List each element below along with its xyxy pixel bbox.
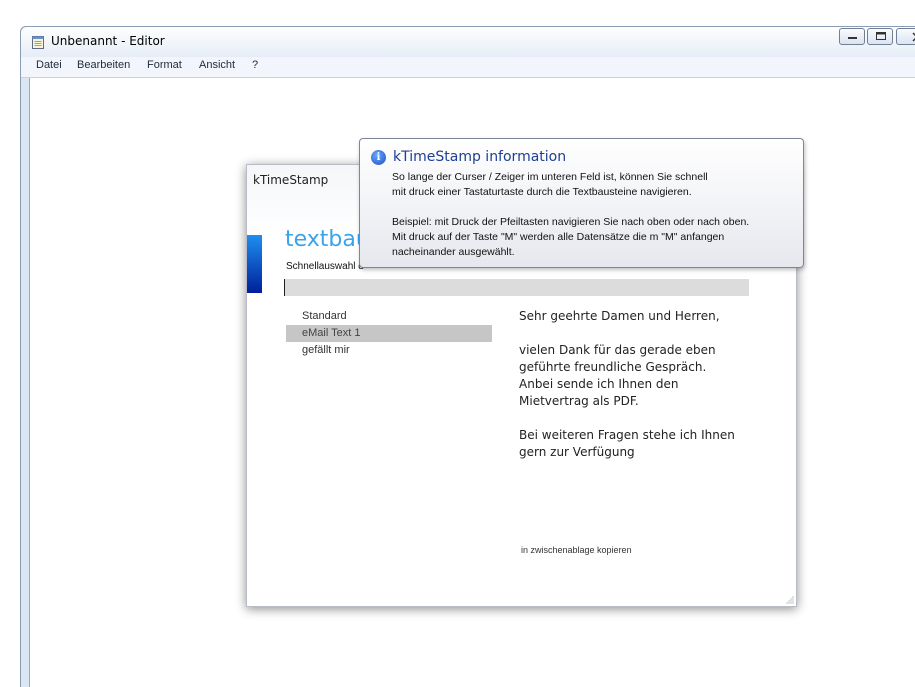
info-tooltip: i kTimeStamp information So lange der Cu… [359, 138, 804, 268]
minimize-button[interactable] [839, 28, 865, 45]
copy-to-clipboard-link[interactable]: in zwischenablage kopieren [521, 545, 632, 555]
notepad-menubar: Datei Bearbeiten Format Ansicht ? [21, 57, 915, 78]
preview-paragraph: Sehr geehrte Damen und Herren, [519, 309, 720, 323]
accent-bar [247, 235, 262, 293]
menu-datei[interactable]: Datei [36, 59, 62, 71]
quick-select-label: Schnellauswahl d [286, 261, 364, 272]
list-item[interactable]: gefällt mir [286, 342, 492, 359]
tooltip-line: mit druck einer Tastaturtaste durch die … [392, 186, 692, 198]
info-icon: i [371, 150, 386, 165]
quick-select-input[interactable] [284, 279, 749, 296]
tooltip-body: So lange der Curser / Zeiger im unteren … [392, 170, 800, 260]
notepad-title: Unbenannt - Editor [51, 34, 165, 48]
tooltip-line: Mit druck auf der Taste "M" werden alle … [392, 231, 725, 243]
minimize-icon [848, 37, 857, 39]
tooltip-line: So lange der Curser / Zeiger im unteren … [392, 171, 708, 183]
list-item-selected[interactable]: eMail Text 1 [286, 325, 492, 342]
textblock-list: Standard eMail Text 1 gefällt mir [286, 308, 492, 359]
ktimestamp-title: kTimeStamp [253, 173, 329, 187]
menu-help[interactable]: ? [252, 59, 258, 71]
maximize-button[interactable] [867, 28, 893, 45]
maximize-icon [876, 32, 886, 40]
menu-format[interactable]: Format [147, 59, 182, 71]
close-icon [912, 32, 915, 42]
menu-bearbeiten[interactable]: Bearbeiten [77, 59, 130, 71]
preview-paragraph: Bei weiteren Fragen stehe ich Ihnen gern… [519, 428, 735, 459]
tooltip-line: nacheinander ausgewählt. [392, 246, 515, 258]
notepad-icon [32, 36, 44, 49]
tooltip-title: kTimeStamp information [393, 149, 567, 165]
close-button[interactable] [896, 28, 915, 45]
text-preview: Sehr geehrte Damen und Herren, vielen Da… [519, 308, 744, 461]
preview-paragraph: vielen Dank für das gerade eben geführte… [519, 343, 716, 408]
list-item[interactable]: Standard [286, 308, 492, 325]
menu-ansicht[interactable]: Ansicht [199, 59, 235, 71]
resize-grip-icon[interactable] [786, 596, 794, 604]
notepad-titlebar[interactable]: Unbenannt - Editor [21, 27, 915, 57]
tooltip-line: Beispiel: mit Druck der Pfeiltasten navi… [392, 216, 750, 228]
